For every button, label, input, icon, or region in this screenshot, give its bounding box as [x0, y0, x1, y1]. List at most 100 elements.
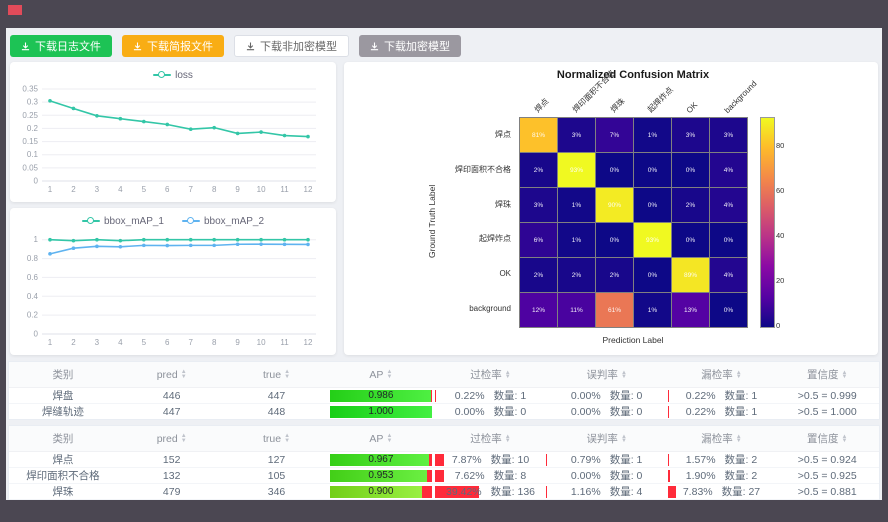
cell-true: 448 — [226, 404, 326, 420]
rate-bar-cell: 0.00%数量: 0 — [435, 406, 545, 418]
cell-pred: 479 — [117, 484, 227, 500]
cell-false-rate: 1.16%数量: 4 — [546, 484, 668, 500]
column-header-1[interactable]: pred▲▼ — [117, 426, 227, 452]
column-header-label: 类别 — [52, 433, 73, 445]
rate-count: 数量: 0 — [610, 406, 643, 418]
svg-text:7: 7 — [189, 338, 194, 347]
download-report-button[interactable]: 下载简报文件 — [122, 35, 224, 57]
cell-miss-rate: 0.22%数量: 1 — [668, 388, 776, 404]
rate-bar-cell: 0.00%数量: 0 — [546, 470, 668, 482]
rate-percent: 1.57% — [686, 454, 716, 466]
matrix-cell: 3% — [672, 118, 709, 152]
dashboard-content: 下载日志文件 下载简报文件 下载非加密模型 下载加密模型 loss 00.050… — [6, 28, 882, 500]
cell-false-rate: 0.00%数量: 0 — [546, 500, 668, 501]
table-row: 焊点1521270.9677.87%数量: 100.79%数量: 11.57%数… — [9, 452, 879, 468]
column-header-3[interactable]: AP▲▼ — [327, 362, 436, 388]
rate-bar-cell: 7.83%数量: 27 — [668, 486, 776, 498]
cell-miss-rate: 1.67%数量: 1 — [668, 500, 776, 501]
legend-item[interactable]: bbox_mAP_2 — [182, 213, 264, 229]
matrix-cell: 12% — [520, 293, 557, 327]
rate-count: 数量: 4 — [610, 486, 643, 498]
metrics-table: 类别pred▲▼true▲▼AP▲▼过检率▲▼误判率▲▼漏检率▲▼置信度▲▼焊点… — [9, 426, 879, 500]
svg-text:12: 12 — [304, 338, 313, 347]
rate-bar-cell: 0.22%数量: 1 — [668, 406, 776, 418]
sort-icon: ▲▼ — [736, 435, 742, 444]
column-header-6[interactable]: 漏检率▲▼ — [668, 426, 776, 452]
column-header-2[interactable]: true▲▼ — [226, 426, 326, 452]
column-header-label: 过检率 — [470, 433, 502, 445]
column-header-4[interactable]: 过检率▲▼ — [435, 362, 545, 388]
rate-count: 数量: 1 — [725, 406, 758, 418]
button-label: 下载加密模型 — [384, 38, 450, 54]
cell-true: 447 — [226, 388, 326, 404]
column-header-label: 误判率 — [586, 433, 618, 445]
column-header-7[interactable]: 置信度▲▼ — [775, 362, 879, 388]
matrix-cell: 0% — [634, 153, 671, 187]
matrix-y-axis-label: Ground Truth Label — [427, 117, 439, 326]
sort-icon: ▲▼ — [505, 371, 511, 380]
cell-confidence: >0.5 = 0.924 — [775, 452, 879, 468]
cell-pred: 152 — [117, 452, 227, 468]
column-header-4[interactable]: 过检率▲▼ — [435, 426, 545, 452]
ap-value: 0.967 — [330, 454, 433, 466]
download-encrypted-model-button[interactable]: 下载加密模型 — [359, 35, 461, 57]
cell-over-rate: 7.87%数量: 10 — [435, 452, 545, 468]
legend-label: bbox_mAP_1 — [104, 216, 164, 227]
sort-icon: ▲▼ — [621, 435, 627, 444]
cell-pred: 446 — [117, 388, 227, 404]
confusion-matrix-card: Normalized Confusion Matrix 焊点焊印面积不合格焊珠起… — [344, 62, 878, 355]
cell-ap: 0.953 — [327, 468, 436, 484]
download-plain-model-button[interactable]: 下载非加密模型 — [234, 35, 349, 57]
rate-bar-cell: 0.00%数量: 0 — [546, 390, 668, 402]
summary-table-1: 类别pred▲▼true▲▼AP▲▼过检率▲▼误判率▲▼漏检率▲▼置信度▲▼焊盘… — [8, 361, 880, 420]
matrix-cell: 6% — [520, 223, 557, 257]
column-header-1[interactable]: pred▲▼ — [117, 362, 227, 388]
button-label: 下载非加密模型 — [260, 38, 337, 54]
legend-item[interactable]: bbox_mAP_1 — [82, 213, 164, 229]
loss-chart-legend: loss — [10, 62, 336, 83]
svg-text:0.6: 0.6 — [27, 273, 39, 282]
matrix-cell: 2% — [672, 188, 709, 222]
cell-ap: 1.000 — [327, 404, 436, 420]
download-log-button[interactable]: 下载日志文件 — [10, 35, 112, 57]
cell-pred: 132 — [117, 468, 227, 484]
column-header-5[interactable]: 误判率▲▼ — [546, 362, 668, 388]
column-header-2[interactable]: true▲▼ — [226, 362, 326, 388]
column-header-5[interactable]: 误判率▲▼ — [546, 426, 668, 452]
cell-true: 127 — [226, 452, 326, 468]
matrix-cell: 2% — [596, 258, 633, 292]
column-header-label: 漏检率 — [701, 433, 733, 445]
rate-percent: 0.00% — [571, 406, 601, 418]
column-header-7[interactable]: 置信度▲▼ — [775, 426, 879, 452]
cell-true: 60 — [226, 500, 326, 501]
ap-bar: 0.900 — [330, 486, 433, 498]
column-header-6[interactable]: 漏检率▲▼ — [668, 362, 776, 388]
metrics-table: 类别pred▲▼true▲▼AP▲▼过检率▲▼误判率▲▼漏检率▲▼置信度▲▼焊盘… — [9, 362, 879, 419]
cell-miss-rate: 0.22%数量: 1 — [668, 404, 776, 420]
column-header-label: true — [263, 369, 281, 381]
rate-percent: 7.83% — [683, 486, 713, 498]
cell-true: 346 — [226, 484, 326, 500]
matrix-column-label: OK — [685, 100, 700, 115]
loss-chart: 00.050.10.150.20.250.30.3512345678910111… — [10, 83, 336, 202]
rate-count: 数量: 1 — [610, 454, 643, 466]
cell-class: 焊印面积不合格 — [9, 468, 117, 484]
cell-over-rate: 7.62%数量: 8 — [435, 468, 545, 484]
colorbar-tick-label: 20 — [776, 276, 784, 285]
column-header-label: 置信度 — [807, 433, 839, 445]
column-header-label: 漏检率 — [701, 369, 733, 381]
rate-bar-cell: 0.00% 数量: 0 — [546, 406, 668, 418]
svg-text:0.4: 0.4 — [27, 292, 39, 301]
matrix-cell: 0% — [672, 223, 709, 257]
rate-percent: 0.79% — [571, 454, 601, 466]
svg-text:0.2: 0.2 — [27, 124, 39, 133]
cell-class: 焊珠 — [9, 484, 117, 500]
legend-item[interactable]: loss — [153, 67, 193, 83]
table-row: 焊珠4793460.90039.42%数量: 1361.16%数量: 47.83… — [9, 484, 879, 500]
svg-text:0.1: 0.1 — [27, 150, 39, 159]
svg-text:12: 12 — [304, 185, 313, 194]
rate-percent: 0.00% — [571, 470, 601, 482]
column-header-3[interactable]: AP▲▼ — [327, 426, 436, 452]
rate-percent: 7.62% — [455, 470, 485, 482]
sort-icon: ▲▼ — [284, 370, 290, 379]
